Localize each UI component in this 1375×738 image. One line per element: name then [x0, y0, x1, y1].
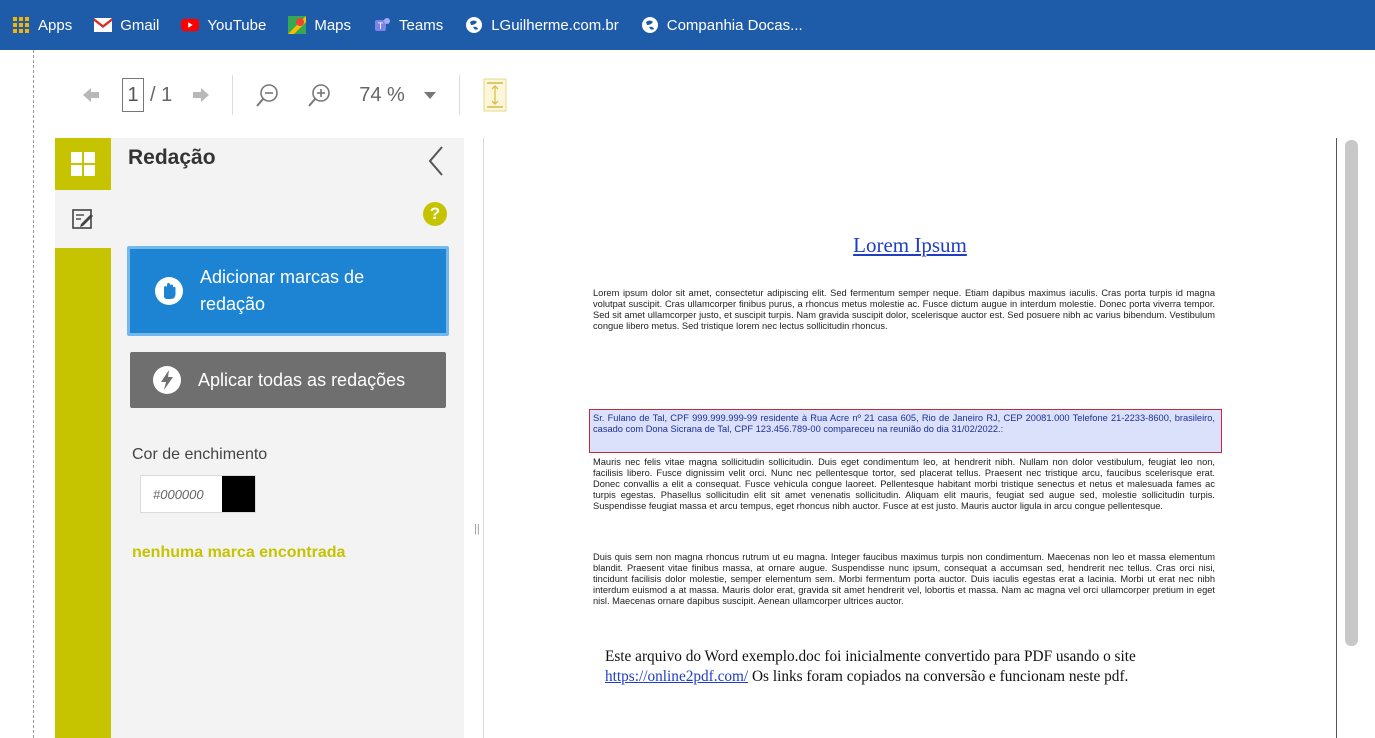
- page-total: / 1: [150, 83, 173, 106]
- panel-title: Redação: [128, 146, 216, 169]
- document-paragraph: Duis quis sem non magna rhoncus rutrum u…: [593, 552, 1215, 606]
- zoom-dropdown-button[interactable]: [423, 90, 437, 100]
- bookmark-label: Companhia Docas...: [666, 16, 803, 34]
- collapse-panel-button[interactable]: [424, 144, 448, 178]
- footer-link[interactable]: https://online2pdf.com/: [605, 668, 748, 685]
- add-redaction-marks-button[interactable]: Adicionar marcas de redação: [127, 246, 449, 336]
- bookmark-label: Gmail: [120, 16, 160, 34]
- caret-down-icon: [423, 92, 436, 99]
- bookmark-label: Maps: [314, 16, 352, 34]
- fill-color-value: #000000: [153, 486, 204, 502]
- toolbar-separator: [232, 75, 234, 115]
- previous-page-button[interactable]: [82, 86, 100, 104]
- document-paragraph: Lorem ipsum dolor sit amet, consectetur …: [593, 288, 1215, 331]
- bookmark-label: Apps: [38, 16, 73, 34]
- chevron-left-icon: [428, 146, 443, 176]
- teams-icon: T: [373, 16, 391, 34]
- document-paragraph: Mauris nec felis vitae magna sollicitudi…: [593, 457, 1215, 511]
- bookmark-apps[interactable]: Apps: [12, 16, 72, 34]
- viewer-toolbar: 1 / 1 74 %: [40, 60, 1375, 130]
- splitter-grip-icon[interactable]: ||: [474, 523, 480, 535]
- page-edge: [1336, 138, 1337, 738]
- panel-splitter[interactable]: [464, 138, 484, 738]
- fit-page-icon: [483, 78, 507, 112]
- redaction-edit-icon: [72, 209, 93, 229]
- fill-color-label: Cor de enchimento: [132, 446, 268, 463]
- gmail-icon: [94, 16, 113, 34]
- bookmark-companhia-docas[interactable]: Companhia Docas...: [641, 16, 803, 34]
- apps-grid-icon: [12, 16, 30, 34]
- dashed-guide: [33, 50, 34, 738]
- help-icon[interactable]: ?: [423, 202, 447, 226]
- document-page: Lorem Ipsum Lorem ipsum dolor sit amet, …: [484, 138, 1336, 738]
- zoom-level[interactable]: 74 %: [359, 84, 405, 107]
- bookmark-youtube[interactable]: YouTube: [181, 16, 266, 34]
- lightning-icon: [153, 366, 181, 394]
- globe-icon: [641, 16, 659, 34]
- vertical-scrollbar[interactable]: [1345, 140, 1358, 646]
- grid-icon: [71, 152, 95, 176]
- bookmark-teams[interactable]: T Teams: [373, 16, 443, 34]
- youtube-icon: [181, 16, 200, 34]
- footer-text-after: Os links foram copiados na conversão e f…: [748, 668, 1129, 685]
- fill-color-field[interactable]: #000000: [140, 475, 256, 513]
- apply-all-redactions-button[interactable]: Aplicar todas as redações: [130, 352, 446, 408]
- apply-all-redactions-label: Aplicar todas as redações: [198, 369, 406, 390]
- document-title[interactable]: Lorem Ipsum: [484, 233, 1336, 258]
- bookmark-lguilherme[interactable]: LGuilherme.com.br: [465, 16, 619, 34]
- document-footer: Este arquivo do Word exemplo.doc foi ini…: [605, 647, 1245, 687]
- arrow-right-icon: [193, 88, 210, 102]
- bookmark-gmail[interactable]: Gmail: [94, 16, 159, 34]
- zoom-in-button[interactable]: [307, 82, 333, 108]
- toolbar-separator: [458, 75, 460, 115]
- globe-icon: [465, 16, 483, 34]
- page-number-input[interactable]: 1: [122, 78, 144, 112]
- fill-color-swatch[interactable]: [222, 476, 255, 512]
- bookmarks-bar: Apps Gmail YouTube Maps T Teams LGuilher…: [0, 0, 1375, 50]
- bookmark-label: LGuilherme.com.br: [491, 16, 619, 34]
- maps-icon: [288, 16, 307, 34]
- arrow-left-icon: [83, 88, 99, 102]
- redaction-tab[interactable]: [55, 190, 111, 248]
- zoom-out-button[interactable]: [255, 82, 281, 108]
- thumbnails-tab[interactable]: [55, 138, 111, 190]
- bookmark-label: YouTube: [207, 16, 267, 34]
- zoom-out-icon: [256, 84, 279, 107]
- svg-text:T: T: [378, 21, 384, 31]
- fit-page-button[interactable]: [482, 78, 508, 112]
- no-marks-message: nenhuma marca encontrada: [132, 544, 346, 561]
- footer-text-before: Este arquivo do Word exemplo.doc foi ini…: [605, 648, 1136, 665]
- bookmark-maps[interactable]: Maps: [288, 16, 351, 34]
- bookmark-label: Teams: [399, 16, 444, 34]
- next-page-button[interactable]: [192, 86, 210, 104]
- redaction-panel: Redação ? Adicionar marcas de redação Ap…: [111, 138, 464, 738]
- zoom-in-icon: [308, 84, 331, 107]
- hand-icon: [155, 277, 183, 305]
- document-paragraph-highlighted: Sr. Fulano de Tal, CPF 999.999.999-99 re…: [593, 413, 1215, 434]
- add-redaction-marks-label: Adicionar marcas de redação: [200, 267, 365, 314]
